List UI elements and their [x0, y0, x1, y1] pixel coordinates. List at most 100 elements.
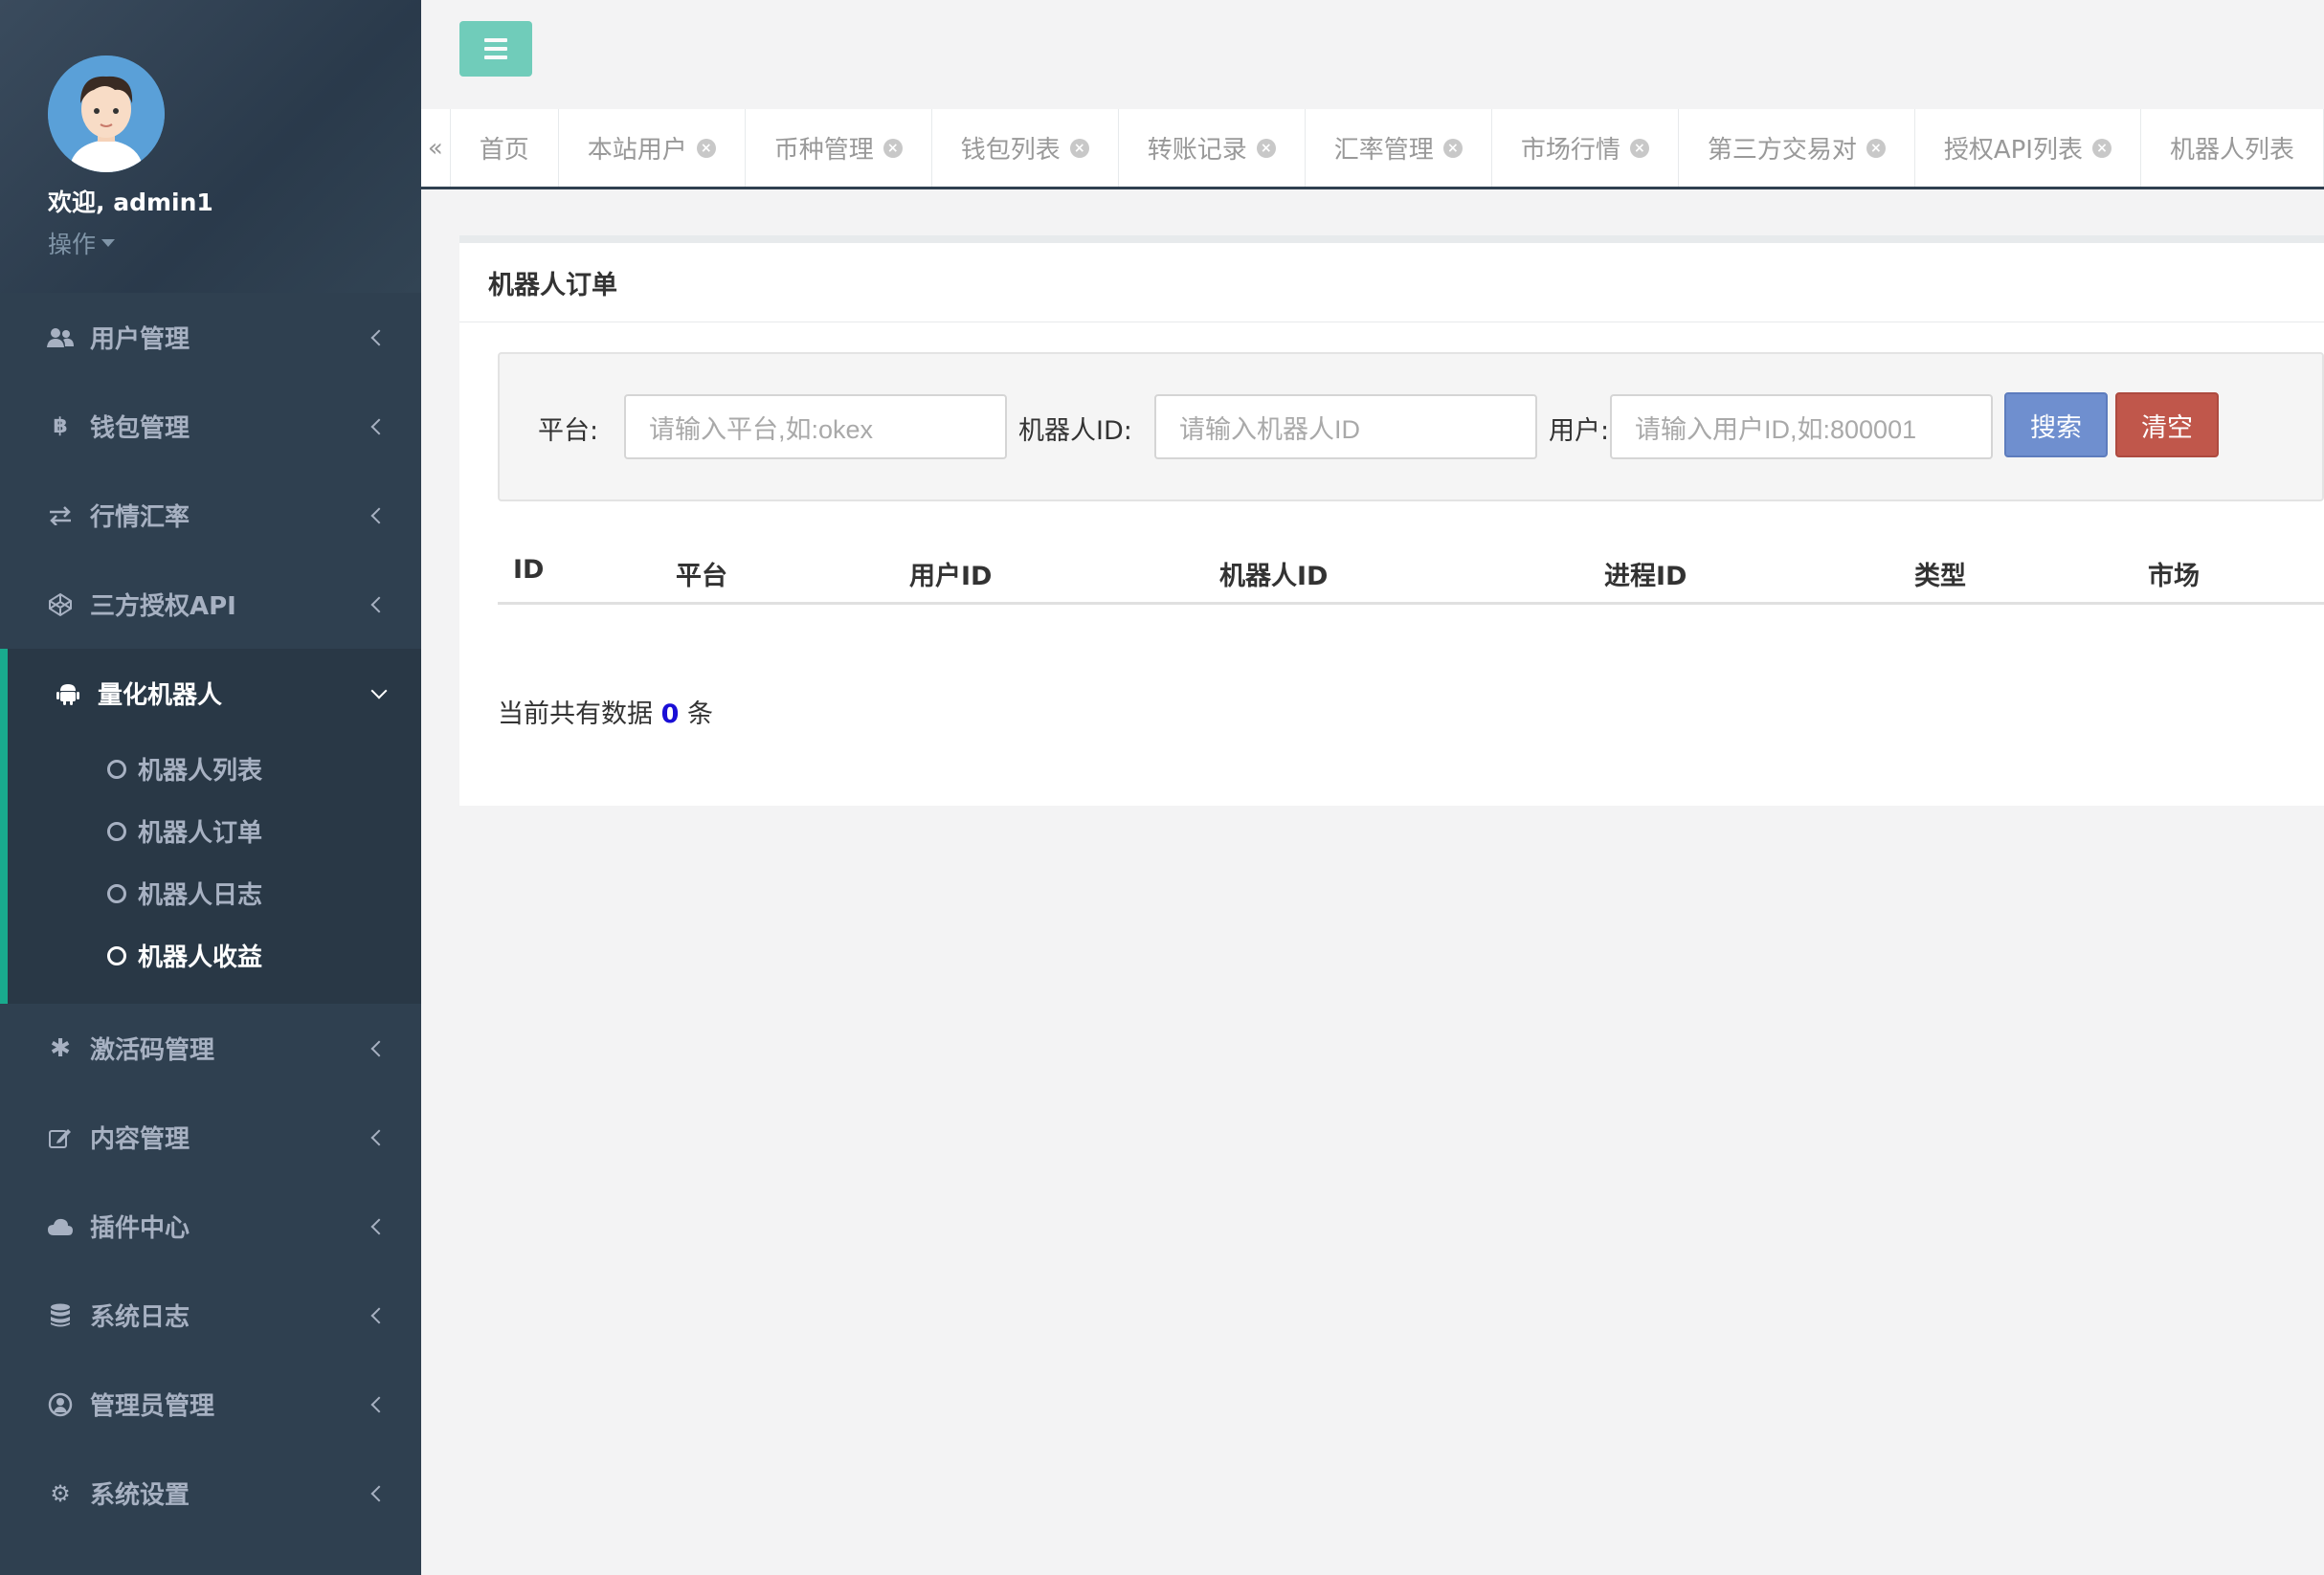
column-header[interactable]: 市场	[2148, 555, 2200, 592]
search-button[interactable]: 搜索	[2004, 392, 2108, 457]
hamburger-icon-bar	[484, 55, 507, 59]
sidebar-group-quant-robot: 量化机器人 机器人列表 机器人订单 机器人日志 机器人收益	[0, 649, 421, 1004]
cogs-icon: ⚙	[50, 1479, 71, 1507]
sidebar-item-activation-codes[interactable]: ✱ 激活码管理	[0, 1004, 421, 1093]
cloud-icon	[46, 1212, 75, 1241]
sidebar-item-admin-management[interactable]: 管理员管理	[0, 1360, 421, 1449]
close-icon[interactable]: ×	[2091, 138, 2112, 158]
sidebar-item-market-rates[interactable]: 行情汇率	[0, 471, 421, 560]
tab-transfer-records[interactable]: 转账记录 ×	[1119, 109, 1306, 187]
platform-input[interactable]: 请输入平台,如:okex	[624, 394, 1007, 459]
tab-scroll-left-button[interactable]: «	[421, 109, 451, 187]
tab-robot-list[interactable]: 机器人列表	[2141, 109, 2324, 187]
close-icon[interactable]: ×	[1256, 138, 1276, 158]
gear-icon: ✱	[50, 1033, 71, 1063]
record-count-suffix: 条	[686, 699, 713, 729]
tab-site-users[interactable]: 本站用户 ×	[559, 109, 746, 187]
tab-third-party-pairs[interactable]: 第三方交易对 ×	[1679, 109, 1915, 187]
menu-toggle-button[interactable]	[459, 21, 532, 77]
avatar[interactable]	[48, 55, 165, 172]
chevron-left-icon	[370, 329, 388, 345]
chevron-left-icon	[370, 418, 388, 434]
tab-label: 市场行情	[1520, 136, 1620, 165]
tab-wallet-list[interactable]: 钱包列表 ×	[932, 109, 1119, 187]
sidebar-item-label: 三方授权API	[90, 592, 236, 621]
bitcoin-icon: ฿	[53, 414, 68, 438]
sidebar-nav-lower: ✱ 激活码管理 内容管理 插件中心 系统日志 管理员管理 ⚙ 系统设置	[0, 1004, 421, 1538]
submenu-item-label: 机器人收益	[138, 943, 263, 972]
submenu-item-robot-earnings[interactable]: 机器人收益	[8, 924, 421, 987]
record-count: 当前共有数据 0 条	[498, 693, 713, 730]
chevron-down-icon	[370, 682, 388, 699]
tab-rate-management[interactable]: 汇率管理 ×	[1306, 109, 1492, 187]
close-icon[interactable]: ×	[1442, 138, 1463, 158]
page-title: 机器人订单	[459, 235, 2324, 322]
tab-currency-management[interactable]: 币种管理 ×	[746, 109, 932, 187]
close-icon[interactable]: ×	[696, 138, 716, 158]
tab-label: 币种管理	[773, 136, 874, 165]
tab-label: 钱包列表	[960, 136, 1061, 165]
sidebar-item-content-management[interactable]: 内容管理	[0, 1093, 421, 1182]
clear-button[interactable]: 清空	[2115, 392, 2219, 457]
sidebar-item-quant-robot[interactable]: 量化机器人	[8, 649, 421, 738]
sidebar-item-label: 钱包管理	[90, 414, 190, 443]
platform-label: 平台:	[538, 416, 599, 446]
circle-icon	[107, 759, 126, 779]
column-header[interactable]: 用户ID	[909, 555, 992, 592]
sidebar-item-system-settings[interactable]: ⚙ 系统设置	[0, 1449, 421, 1538]
sidebar-item-label: 激活码管理	[90, 1036, 215, 1065]
chevron-left-icon	[370, 1040, 388, 1056]
main-area: « 首页 本站用户 × 币种管理 × 钱包列表 × 转账记录 × 汇率管理 × 市场行情 ×…	[421, 0, 2324, 1575]
column-header[interactable]: 类型	[1914, 555, 1966, 592]
sidebar-item-wallet-management[interactable]: ฿ 钱包管理	[0, 382, 421, 471]
tab-label: 第三方交易对	[1707, 136, 1857, 165]
column-header[interactable]: 进程ID	[1604, 555, 1687, 592]
submenu-item-robot-logs[interactable]: 机器人日志	[8, 862, 421, 924]
close-icon[interactable]: ×	[1069, 138, 1089, 158]
close-icon[interactable]: ×	[1629, 138, 1649, 158]
operations-dropdown[interactable]: 操作	[48, 226, 421, 260]
operations-label: 操作	[48, 231, 97, 258]
close-icon[interactable]: ×	[883, 138, 903, 158]
tab-market-quotes[interactable]: 市场行情 ×	[1492, 109, 1679, 187]
submenu: 机器人列表 机器人订单 机器人日志 机器人收益	[8, 738, 421, 1004]
robot-id-input[interactable]: 请输入机器人ID	[1154, 394, 1537, 459]
database-icon	[46, 1301, 75, 1330]
record-count-value: 0	[660, 699, 680, 729]
column-header[interactable]: 平台	[676, 555, 727, 592]
chevron-left-icon	[370, 1129, 388, 1145]
submenu-item-robot-list[interactable]: 机器人列表	[8, 738, 421, 800]
tab-home[interactable]: 首页	[451, 109, 559, 187]
top-bar	[421, 0, 2324, 109]
circle-icon	[107, 883, 126, 903]
tab-auth-api-list[interactable]: 授权API列表 ×	[1915, 109, 2141, 187]
hamburger-icon-bar	[484, 47, 507, 51]
sidebar-item-label: 系统日志	[90, 1303, 190, 1332]
sidebar-item-plugin-center[interactable]: 插件中心	[0, 1182, 421, 1271]
sidebar-item-user-management[interactable]: 用户管理	[0, 293, 421, 382]
submenu-item-label: 机器人列表	[138, 757, 263, 786]
sidebar-item-label: 管理员管理	[90, 1392, 215, 1421]
user-id-input[interactable]: 请输入用户ID,如:800001	[1610, 394, 1993, 459]
sidebar-item-system-logs[interactable]: 系统日志	[0, 1271, 421, 1360]
chevron-left-icon	[370, 1218, 388, 1234]
close-icon[interactable]: ×	[1866, 138, 1886, 158]
column-header[interactable]: 机器人ID	[1219, 555, 1328, 592]
double-chevron-left-icon: «	[427, 133, 443, 163]
sidebar: 欢迎, admin1 操作 用户管理 ฿ 钱包管理 行情汇率 三方授权API 量…	[0, 0, 421, 1575]
column-header[interactable]: ID	[513, 555, 544, 585]
submenu-item-robot-orders[interactable]: 机器人订单	[8, 800, 421, 862]
sidebar-item-label: 量化机器人	[98, 681, 223, 710]
content-panel: 机器人订单 平台: 请输入平台,如:okex 机器人ID: 请输入机器人ID 用…	[459, 235, 2324, 806]
codepen-icon	[46, 590, 75, 619]
chevron-left-icon	[370, 596, 388, 612]
exchange-icon	[46, 501, 75, 530]
profile-header: 欢迎, admin1 操作	[0, 0, 421, 293]
search-form: 平台: 请输入平台,如:okex 机器人ID: 请输入机器人ID 用户: 请输入…	[498, 352, 2324, 501]
sidebar-item-label: 内容管理	[90, 1125, 190, 1154]
record-count-prefix: 当前共有数据	[498, 699, 653, 729]
sidebar-item-third-party-api[interactable]: 三方授权API	[0, 560, 421, 649]
sidebar-item-label: 用户管理	[90, 325, 190, 354]
circle-icon	[107, 821, 126, 841]
circle-icon	[107, 945, 126, 965]
